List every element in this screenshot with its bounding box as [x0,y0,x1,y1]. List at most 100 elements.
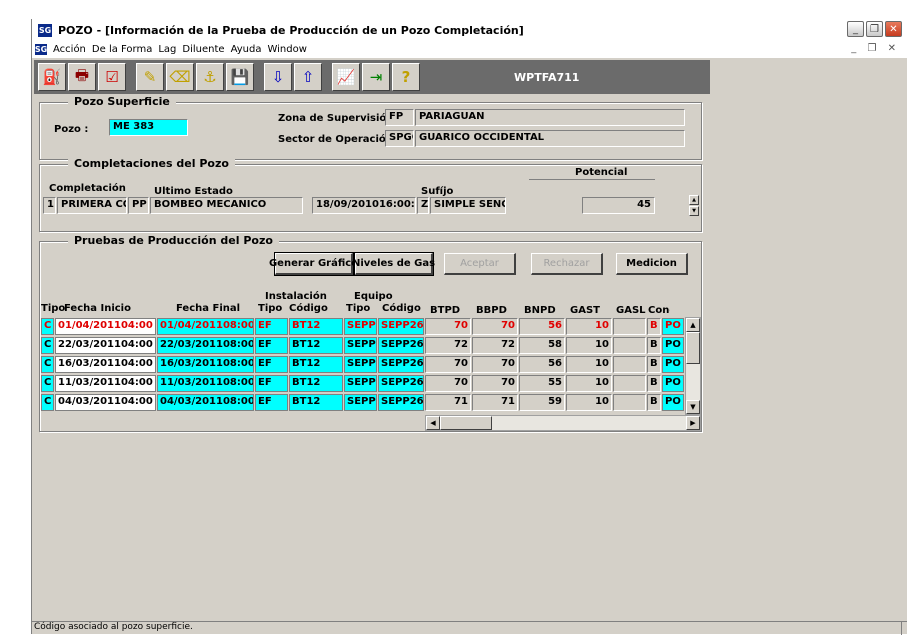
cell-gast[interactable]: 10 [566,356,612,373]
cell-gasl[interactable] [613,375,646,392]
aceptar-button[interactable]: Aceptar [444,253,516,275]
cell-inicio[interactable]: 04/03/201104:00 [55,394,156,411]
cell-c2[interactable]: PO [662,337,684,354]
cell-inst-cod[interactable]: BT12 [289,394,343,411]
estado-code[interactable]: PP [128,197,149,214]
mdi-controls[interactable]: _ ❐ ✕ [851,43,900,54]
checklist-icon[interactable]: ☑ [98,63,126,91]
cell-inicio[interactable]: 01/04/201104:00 [55,318,156,335]
cell-inicio[interactable]: 16/03/201104:00 [55,356,156,373]
save-icon[interactable]: 💾 [226,63,254,91]
cell-eq-tipo[interactable]: SEPP [344,394,377,411]
scroll-down-icon[interactable]: ▼ [686,400,700,414]
cell-gast[interactable]: 10 [566,394,612,411]
cell-btpd[interactable]: 70 [425,356,471,373]
minimize-icon[interactable]: _ [847,21,864,37]
restore-icon[interactable]: ❐ [866,21,883,37]
niveles-de-gas-button[interactable]: Niveles de Gas [352,252,435,276]
cell-gast[interactable]: 10 [566,318,612,335]
cell-c1[interactable]: B [647,337,661,354]
cell-c2[interactable]: PO [662,356,684,373]
cell-inicio[interactable]: 11/03/201104:00 [55,375,156,392]
sufijo-code[interactable]: Z [417,197,429,214]
cell-eq-cod[interactable]: SEPP26 [378,375,424,392]
scroll-right-icon[interactable]: ▶ [686,416,700,430]
cell-bbpd[interactable]: 72 [472,337,518,354]
cell-bnpd[interactable]: 55 [519,375,565,392]
scroll-up-icon[interactable]: ▲ [689,195,699,205]
cell-gasl[interactable] [613,394,646,411]
cell-final[interactable]: 04/03/201108:00 [157,394,254,411]
menu-ayuda[interactable]: Ayuda [228,44,265,55]
cell-inst-cod[interactable]: BT12 [289,356,343,373]
cell-inst-tipo[interactable]: EF [255,394,288,411]
cell-inst-cod[interactable]: BT12 [289,318,343,335]
completacion-num[interactable]: 1 [43,197,56,214]
scroll-thumb[interactable] [686,332,700,364]
cell-gasl[interactable] [613,337,646,354]
zona-name-field[interactable]: PARIAGUAN [415,109,685,126]
help-icon[interactable]: ? [392,63,420,91]
cell-eq-cod[interactable]: SEPP26 [378,337,424,354]
cell-final[interactable]: 11/03/201108:00 [157,375,254,392]
menu-de-la-forma[interactable]: De la Forma [89,44,155,55]
cell-gasl[interactable] [613,356,646,373]
cell-bbpd[interactable]: 71 [472,394,518,411]
cell-eq-cod[interactable]: SEPP26 [378,394,424,411]
medicion-button[interactable]: Medicion [616,253,688,275]
cell-gast[interactable]: 10 [566,337,612,354]
printer-icon[interactable]: 🖶 [68,63,96,91]
menu-diluente[interactable]: Diluente [179,44,227,55]
cell-c2[interactable]: PO [662,375,684,392]
cell-gasl[interactable] [613,318,646,335]
oil-well-icon[interactable]: ⛽ [38,63,66,91]
cell-inst-tipo[interactable]: EF [255,318,288,335]
cell-final[interactable]: 16/03/201108:00 [157,356,254,373]
cell-final[interactable]: 01/04/201108:00 [157,318,254,335]
cell-gast[interactable]: 10 [566,375,612,392]
grid-down-icon[interactable]: ⇩ [264,63,292,91]
cell-tipo[interactable]: C [41,318,54,335]
cell-bnpd[interactable]: 56 [519,318,565,335]
cell-bnpd[interactable]: 56 [519,356,565,373]
rows-scrollbar[interactable]: ▲ ▼ [685,317,701,415]
generar-grafico-button[interactable]: Generar Gráfico [269,252,358,276]
zona-code-field[interactable]: FP [385,109,414,126]
cell-bbpd[interactable]: 70 [472,318,518,335]
sector-code-field[interactable]: SPGO [385,130,414,147]
cell-btpd[interactable]: 70 [425,318,471,335]
cell-bbpd[interactable]: 70 [472,375,518,392]
sector-name-field[interactable]: GUARICO OCCIDENTAL [415,130,685,147]
cell-eq-cod[interactable]: SEPP26 [378,356,424,373]
cell-tipo[interactable]: C [41,356,54,373]
menu-window[interactable]: Window [264,44,309,55]
exit-icon[interactable]: ⇥ [362,63,390,91]
cell-inicio[interactable]: 22/03/201104:00 [55,337,156,354]
chart-icon[interactable]: 📈 [332,63,360,91]
cell-bbpd[interactable]: 70 [472,356,518,373]
scroll-down-icon[interactable]: ▼ [689,206,699,216]
pozo-field[interactable]: ME 383 [109,119,188,136]
estado-fecha[interactable]: 18/09/201016:00:00 [312,197,416,214]
cell-inst-cod[interactable]: BT12 [289,375,343,392]
cell-inst-tipo[interactable]: EF [255,337,288,354]
eraser-icon[interactable]: ⌫ [166,63,194,91]
drill-icon[interactable]: ⚓ [196,63,224,91]
scroll-up-icon[interactable]: ▲ [686,318,700,332]
cell-btpd[interactable]: 71 [425,394,471,411]
cell-eq-tipo[interactable]: SEPP [344,318,377,335]
h-scroll-thumb[interactable] [440,416,492,430]
completacion-name[interactable]: PRIMERA COM [57,197,127,214]
cell-c1[interactable]: B [647,318,661,335]
cell-eq-tipo[interactable]: SEPP [344,356,377,373]
cell-final[interactable]: 22/03/201108:00 [157,337,254,354]
doc-icon[interactable]: SG [35,44,47,55]
cell-c1[interactable]: B [647,356,661,373]
cell-eq-tipo[interactable]: SEPP [344,337,377,354]
close-icon[interactable]: ✕ [885,21,902,37]
menu-accion[interactable]: Acción [50,44,89,55]
h-scrollbar[interactable]: ◀ ▶ [425,415,701,431]
sufijo-name[interactable]: SIMPLE SENC [430,197,506,214]
cell-eq-cod[interactable]: SEPP26 [378,318,424,335]
cell-tipo[interactable]: C [41,375,54,392]
